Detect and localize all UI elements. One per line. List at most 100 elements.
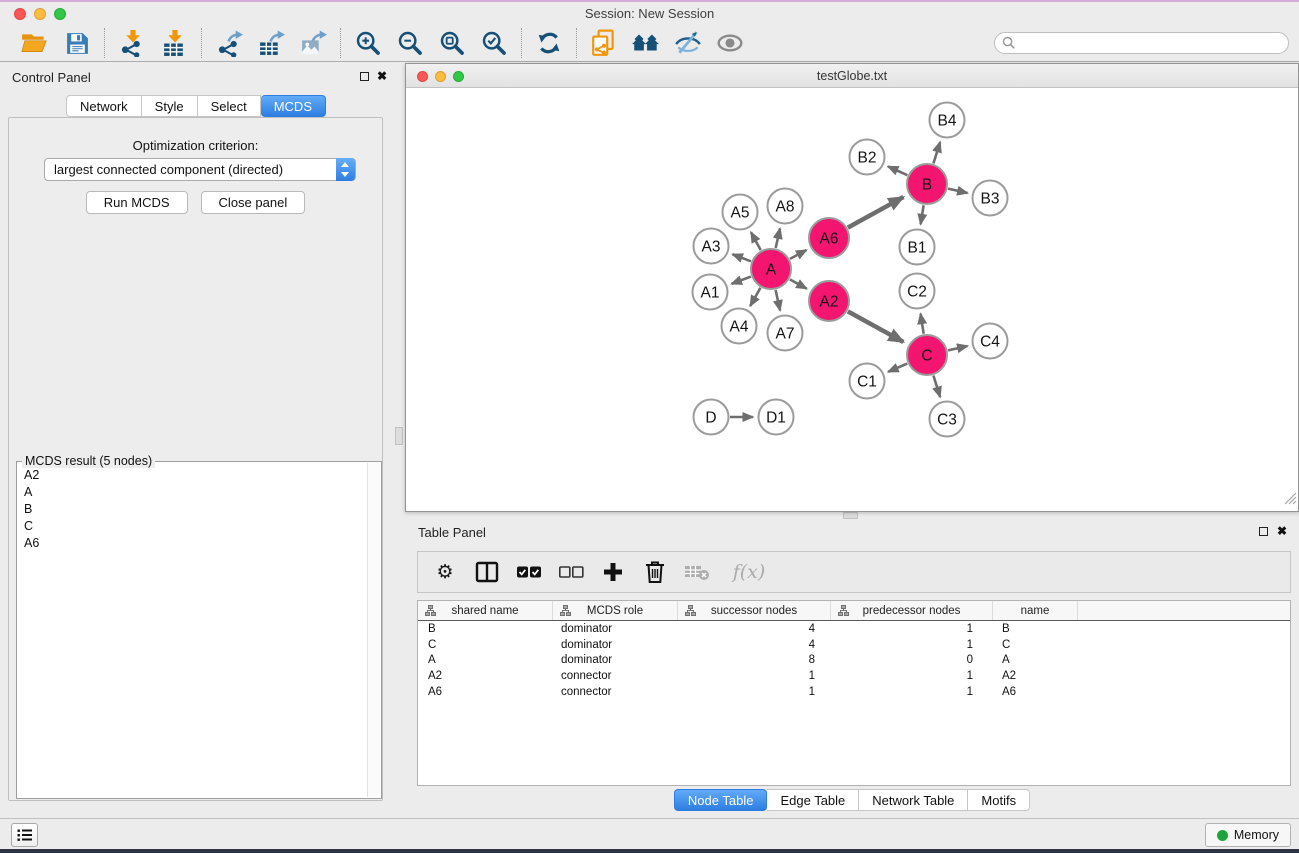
hide-selected-icon[interactable]: [672, 27, 704, 59]
export-network-icon[interactable]: [213, 27, 245, 59]
table-cell[interactable]: B: [993, 623, 1078, 635]
node-A1[interactable]: A1: [693, 275, 728, 310]
node-B2[interactable]: B2: [850, 140, 885, 175]
open-file-icon[interactable]: [19, 27, 51, 59]
table-cell[interactable]: 1: [678, 686, 831, 698]
tab-edge-table[interactable]: Edge Table: [767, 789, 859, 811]
zoom-in-icon[interactable]: [352, 27, 384, 59]
table-cell[interactable]: connector: [553, 670, 678, 682]
vertical-divider-grip[interactable]: [395, 427, 403, 445]
edge-A-A1[interactable]: [732, 277, 751, 284]
table-cell[interactable]: dominator: [553, 654, 678, 666]
node-A8[interactable]: A8: [768, 189, 803, 224]
table-row[interactable]: Bdominator41B: [418, 621, 1290, 637]
float-panel-icon[interactable]: [360, 72, 369, 81]
node-A2[interactable]: A2: [809, 281, 849, 321]
optimization-criterion-select[interactable]: largest connected component (directed): [44, 158, 356, 181]
column-header-mcds-role[interactable]: MCDS role: [553, 601, 678, 620]
table-cell[interactable]: 1: [831, 639, 993, 651]
table-row[interactable]: A2connector11A2: [418, 668, 1290, 684]
edge-A-A6[interactable]: [790, 250, 807, 259]
edge-A-A7[interactable]: [776, 290, 780, 311]
show-columns-icon[interactable]: [474, 559, 500, 585]
table-cell[interactable]: A2: [993, 670, 1078, 682]
table-row[interactable]: Cdominator41C: [418, 637, 1290, 653]
table-cell[interactable]: 4: [678, 639, 831, 651]
close-panel-button[interactable]: Close panel: [201, 191, 306, 214]
window-resize-grip[interactable]: [1284, 492, 1297, 510]
tab-style[interactable]: Style: [142, 95, 198, 117]
import-table-icon[interactable]: [158, 27, 190, 59]
memory-button[interactable]: Memory: [1205, 823, 1291, 847]
node-A3[interactable]: A3: [694, 229, 729, 264]
close-table-panel-icon[interactable]: ✖: [1277, 526, 1287, 536]
tab-network[interactable]: Network: [66, 95, 142, 117]
table-cell[interactable]: dominator: [553, 639, 678, 651]
search-input[interactable]: [994, 32, 1289, 54]
edge-A2-C[interactable]: [848, 311, 904, 342]
mcds-result-item[interactable]: A2: [17, 466, 381, 483]
first-neighbors-icon[interactable]: [630, 27, 662, 59]
table-cell[interactable]: A2: [418, 670, 553, 682]
node-C4[interactable]: C4: [973, 324, 1008, 359]
node-A6[interactable]: A6: [809, 218, 849, 258]
node-A4[interactable]: A4: [722, 309, 757, 344]
table-cell[interactable]: 1: [831, 670, 993, 682]
edge-C-C1[interactable]: [888, 364, 907, 372]
export-table-icon[interactable]: [255, 27, 287, 59]
select-stepper-icon[interactable]: [336, 158, 355, 181]
table-cell[interactable]: C: [993, 639, 1078, 651]
delete-table-icon[interactable]: [684, 559, 710, 585]
table-cell[interactable]: A: [993, 654, 1078, 666]
save-session-icon[interactable]: [61, 27, 93, 59]
tab-node-table[interactable]: Node Table: [674, 789, 768, 811]
edge-A-A8[interactable]: [776, 228, 780, 248]
table-row[interactable]: Adominator80A: [418, 653, 1290, 669]
deselect-all-icon[interactable]: [558, 559, 584, 585]
node-B[interactable]: B: [907, 164, 947, 204]
zoom-out-icon[interactable]: [394, 27, 426, 59]
table-cell[interactable]: connector: [553, 686, 678, 698]
table-cell[interactable]: dominator: [553, 623, 678, 635]
column-header-shared-name[interactable]: shared name: [418, 601, 553, 620]
table-cell[interactable]: 1: [831, 686, 993, 698]
edge-A-A5[interactable]: [751, 232, 761, 250]
mcds-result-item[interactable]: A6: [17, 534, 381, 551]
tab-select[interactable]: Select: [198, 95, 261, 117]
tab-motifs[interactable]: Motifs: [968, 789, 1030, 811]
table-cell[interactable]: A: [418, 654, 553, 666]
table-cell[interactable]: C: [418, 639, 553, 651]
select-all-icon[interactable]: [516, 559, 542, 585]
network-graph[interactable]: B4B2BB3A8A5A6A3B1AC2A1A2A4A7C4CC1C3DD1: [406, 88, 1298, 511]
table-cell[interactable]: A6: [993, 686, 1078, 698]
edge-C-C2[interactable]: [921, 314, 924, 334]
node-D[interactable]: D: [694, 400, 729, 435]
column-header-successor-nodes[interactable]: successor nodes: [678, 601, 831, 620]
close-panel-icon[interactable]: ✖: [377, 71, 387, 81]
table-cell[interactable]: 4: [678, 623, 831, 635]
edge-A-A3[interactable]: [732, 254, 750, 261]
column-header-name[interactable]: name: [993, 601, 1078, 620]
edge-B-B4[interactable]: [933, 142, 940, 164]
table-cell[interactable]: 1: [831, 623, 993, 635]
mcds-result-item[interactable]: B: [17, 500, 381, 517]
table-row[interactable]: A6connector11A6: [418, 684, 1290, 700]
node-C2[interactable]: C2: [900, 274, 935, 309]
task-history-button[interactable]: [11, 823, 38, 847]
zoom-fit-icon[interactable]: [436, 27, 468, 59]
table-cell[interactable]: 0: [831, 654, 993, 666]
horizontal-divider-grip[interactable]: [843, 512, 858, 519]
zoom-selected-icon[interactable]: [478, 27, 510, 59]
node-B4[interactable]: B4: [930, 103, 965, 138]
run-mcds-button[interactable]: Run MCDS: [86, 191, 188, 214]
table-cell[interactable]: 8: [678, 654, 831, 666]
edge-B-B2[interactable]: [888, 166, 907, 175]
edge-B-B1[interactable]: [921, 205, 924, 224]
column-header-predecessor-nodes[interactable]: predecessor nodes: [831, 601, 993, 620]
node-C3[interactable]: C3: [930, 402, 965, 437]
export-image-icon[interactable]: [297, 27, 329, 59]
table-settings-icon[interactable]: ⚙: [432, 559, 458, 585]
float-table-panel-icon[interactable]: [1259, 527, 1268, 536]
refresh-icon[interactable]: [533, 27, 565, 59]
node-A5[interactable]: A5: [723, 195, 758, 230]
